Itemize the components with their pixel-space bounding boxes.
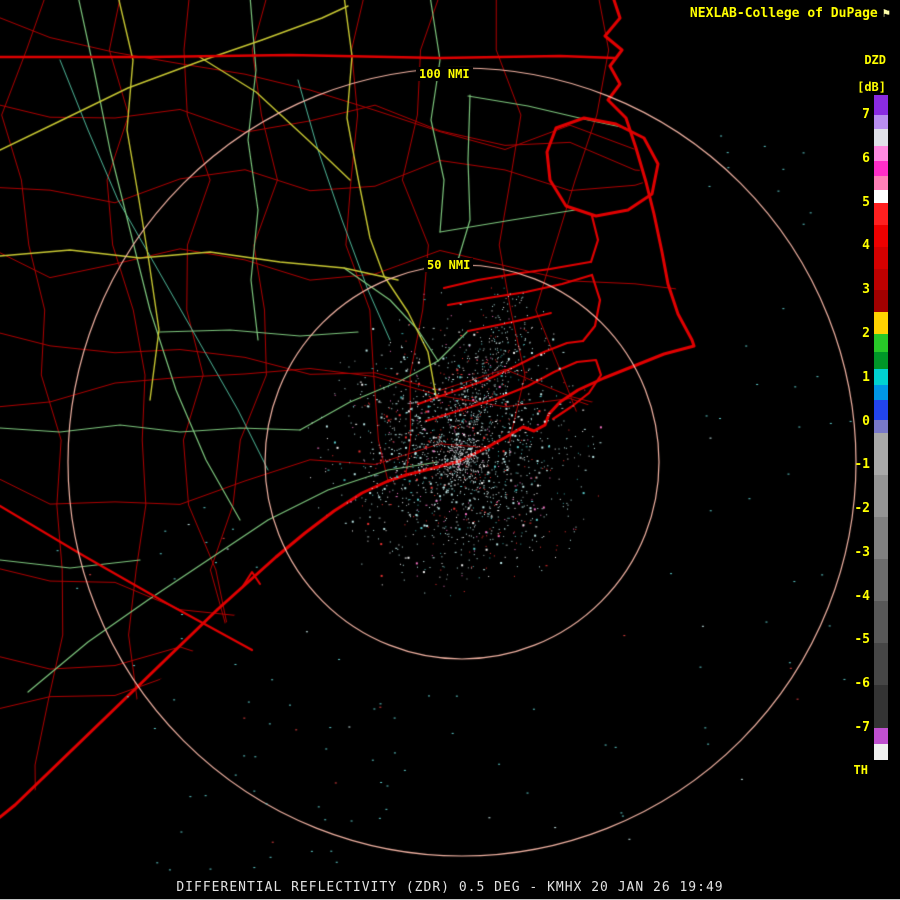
cod-logo-icon: ⚑ — [882, 6, 890, 20]
colorbar-segment — [874, 475, 888, 517]
colorbar-segment — [874, 685, 888, 728]
colorbar-units-label: [dB] — [857, 80, 886, 94]
colorbar-segment — [874, 352, 888, 369]
range-ring-label-50nmi: 50 NMI — [424, 258, 474, 272]
colorbar-segment — [874, 433, 888, 475]
colorbar-segment — [874, 601, 888, 643]
page-title: NEXLAB-College of DuPage ⚑ — [690, 6, 890, 21]
colorbar-tick: 2 — [862, 325, 870, 341]
colorbar-segment — [874, 517, 888, 559]
radar-map-canvas — [0, 0, 900, 900]
source-title-text: NEXLAB-College of DuPage — [689, 6, 878, 21]
colorbar-segment — [874, 400, 888, 420]
colorbar-segment — [874, 146, 888, 161]
colorbar-segment — [874, 385, 888, 400]
colorbar-segment — [874, 115, 888, 129]
colorbar-tick: -4 — [854, 588, 870, 604]
colorbar-tick: -2 — [854, 501, 870, 517]
colorbar-segment — [874, 334, 888, 352]
colorbar-segment — [874, 290, 888, 312]
colorbar-segment — [874, 269, 888, 290]
colorbar-segment — [874, 95, 888, 115]
colorbar-tick: -7 — [854, 720, 870, 736]
colorbar-tick: 3 — [862, 282, 870, 298]
colorbar-product-label: DZD — [864, 53, 886, 67]
colorbar-segment — [874, 559, 888, 601]
colorbar-tick: -3 — [854, 544, 870, 560]
colorbar-segment — [874, 225, 888, 247]
colorbar-tick: 4 — [862, 238, 870, 254]
colorbar-tick: -6 — [854, 676, 870, 692]
colorbar-segment — [874, 176, 888, 190]
colorbar-segment — [874, 728, 888, 744]
colorbar-segment — [874, 369, 888, 385]
colorbar-segment — [874, 247, 888, 269]
range-ring-label-100nmi: 100 NMI — [416, 67, 473, 81]
colorbar-segment — [874, 203, 888, 225]
colorbar-tick: 7 — [862, 107, 870, 122]
colorbar-tick: -5 — [854, 632, 870, 648]
colorbar-segment — [874, 190, 888, 203]
colorbar-tick: 1 — [862, 369, 870, 385]
colorbar-tick: 5 — [862, 194, 870, 210]
colorbar-segment — [874, 744, 888, 760]
colorbar-segment — [874, 420, 888, 433]
footer-caption: DIFFERENTIAL REFLECTIVITY (ZDR) 0.5 DEG … — [176, 880, 724, 895]
colorbar — [874, 95, 888, 760]
colorbar-segment — [874, 312, 888, 334]
colorbar-segment — [874, 129, 888, 146]
colorbar-tick: 0 — [862, 413, 870, 429]
colorbar-tick: 6 — [862, 150, 870, 166]
colorbar-tick: -1 — [854, 457, 870, 473]
colorbar-segment — [874, 643, 888, 685]
colorbar-segment — [874, 161, 888, 176]
colorbar-bottom-label: TH — [853, 763, 868, 777]
radar-display: NEXLAB-College of DuPage ⚑ DZD [dB] TH 10… — [0, 0, 900, 900]
